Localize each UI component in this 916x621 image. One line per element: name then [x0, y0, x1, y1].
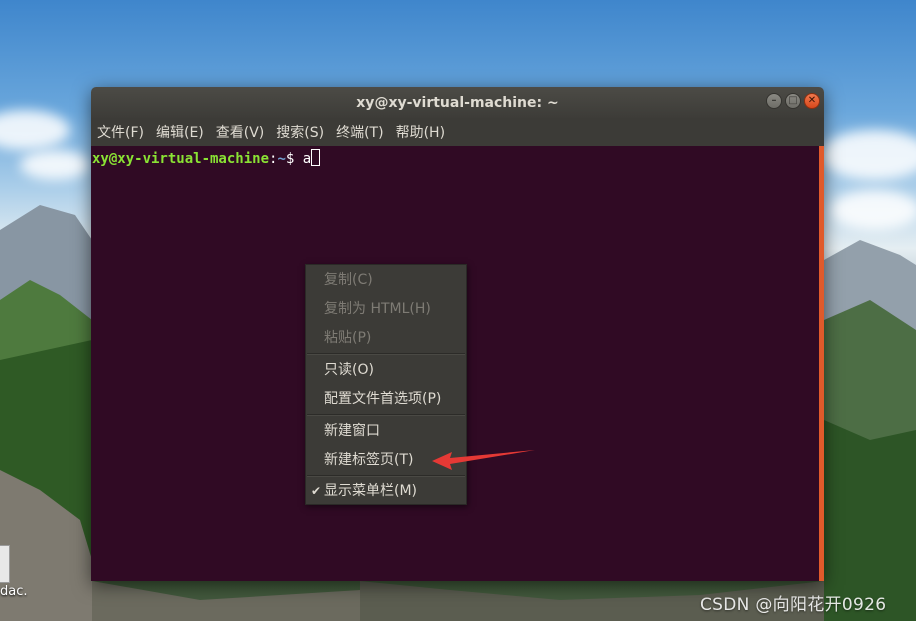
- menu-item-copy-html[interactable]: 复制为 HTML(H): [306, 295, 466, 323]
- menubar: 文件(F) 编辑(E) 查看(V) 搜索(S) 终端(T) 帮助(H): [91, 118, 824, 146]
- terminal-scrollbar[interactable]: [819, 146, 824, 581]
- minimize-icon: –: [771, 95, 777, 106]
- text-cursor: [311, 149, 321, 166]
- menu-help[interactable]: 帮助(H): [396, 122, 445, 142]
- maximize-button[interactable]: □: [785, 93, 801, 109]
- menu-edit[interactable]: 编辑(E): [156, 122, 204, 142]
- prompt-path: ~: [277, 151, 286, 167]
- maximize-icon: □: [788, 95, 798, 106]
- menu-item-read-only[interactable]: 只读(O): [306, 356, 466, 384]
- watermark: CSDN @向阳花开0926: [700, 595, 887, 615]
- close-icon: ✕: [807, 95, 817, 106]
- window-title: xy@xy-virtual-machine: ~: [356, 94, 559, 111]
- checkmark-icon: ✔: [311, 484, 322, 498]
- menu-item-new-window[interactable]: 新建窗口: [306, 417, 466, 445]
- window-controls: – □ ✕: [766, 93, 820, 109]
- menu-item-show-menubar-label: 显示菜单栏(M): [324, 483, 418, 499]
- prompt-dollar: $: [285, 151, 303, 167]
- menu-search[interactable]: 搜索(S): [276, 122, 324, 142]
- menu-item-copy[interactable]: 复制(C): [306, 266, 466, 294]
- desktop-background: dac. CSDN @向阳花开0926 xy@xy-virtual-machin…: [0, 0, 916, 621]
- prompt-user-host: xy@xy-virtual-machine: [92, 151, 270, 167]
- prompt-line: xy@xy-virtual-machine:~$ a: [92, 149, 321, 168]
- window-titlebar[interactable]: xy@xy-virtual-machine: ~ – □ ✕: [91, 87, 824, 118]
- menu-item-show-menubar[interactable]: ✔ 显示菜单栏(M): [306, 477, 466, 505]
- menu-file[interactable]: 文件(F): [97, 122, 144, 142]
- annotation-arrow-icon: [432, 450, 535, 470]
- close-button[interactable]: ✕: [804, 93, 820, 109]
- desktop-file-label[interactable]: dac.: [0, 584, 28, 599]
- menu-separator: [307, 414, 465, 416]
- menu-item-paste[interactable]: 粘贴(P): [306, 324, 466, 352]
- minimize-button[interactable]: –: [766, 93, 782, 109]
- menu-terminal[interactable]: 终端(T): [336, 122, 383, 142]
- menu-separator: [307, 353, 465, 355]
- menu-view[interactable]: 查看(V): [216, 122, 265, 142]
- desktop-file-icon[interactable]: [0, 545, 10, 583]
- menu-item-profile-preferences[interactable]: 配置文件首选项(P): [306, 385, 466, 413]
- typed-command: a: [302, 151, 312, 167]
